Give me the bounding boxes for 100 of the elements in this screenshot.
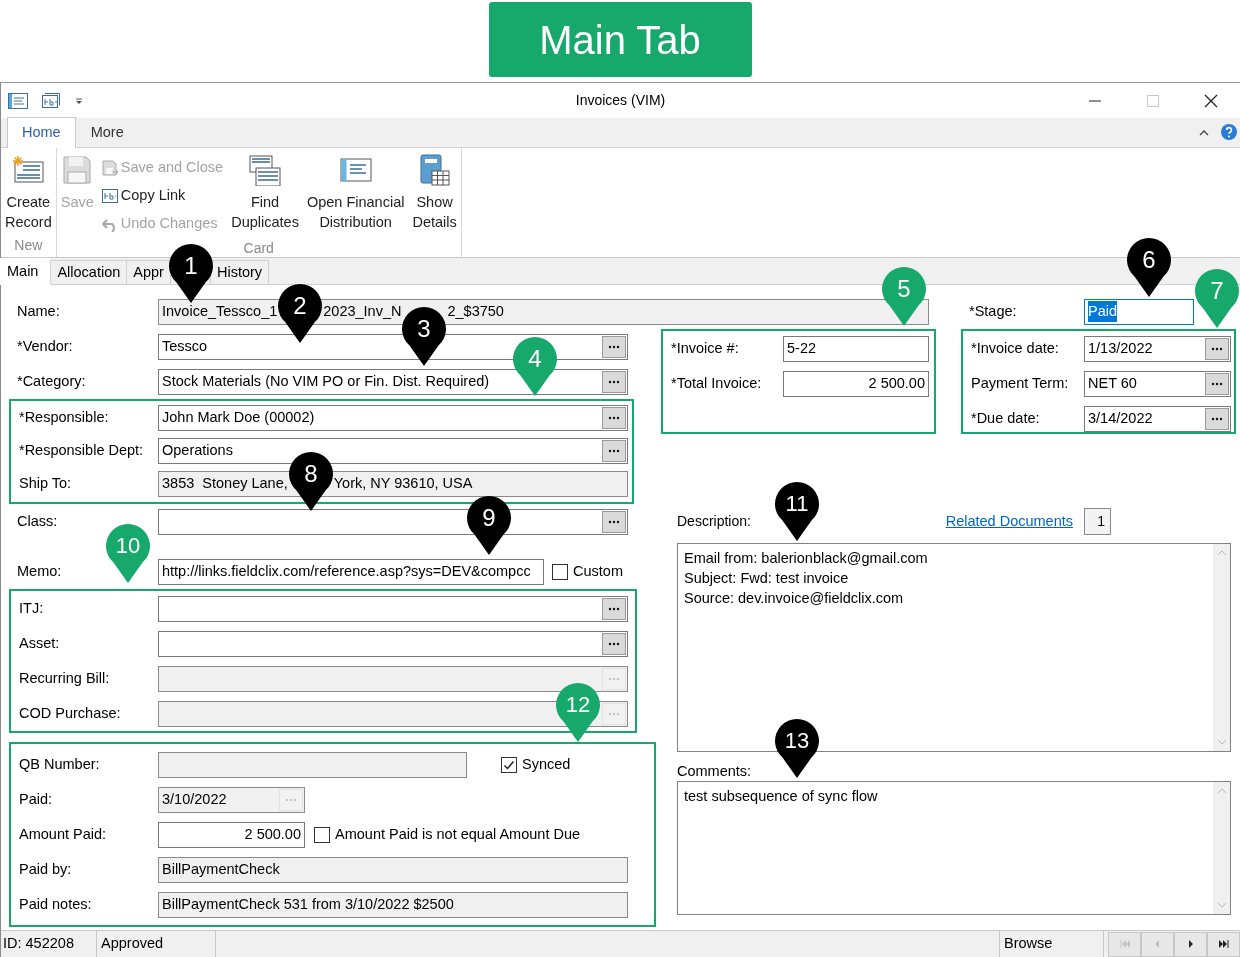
field-label: *Invoice #: <box>670 338 740 358</box>
checkbox[interactable] <box>501 756 517 773</box>
text-field[interactable]: 3/10/2022 <box>158 786 305 813</box>
field-label: ITJ: <box>18 598 45 618</box>
floppy-icon <box>61 154 94 186</box>
more-icon <box>1211 346 1223 351</box>
text-field[interactable]: Operations <box>158 437 628 464</box>
callout-pin: 3 <box>401 305 448 367</box>
text-field[interactable] <box>158 508 628 535</box>
text-field[interactable]: BillPaymentCheck <box>158 856 628 883</box>
form-tab[interactable]: History <box>209 260 270 284</box>
ribbon-button[interactable]: Open Financial Distribution <box>304 148 407 238</box>
ribbon-tab[interactable]: More <box>75 117 139 147</box>
more-icon <box>608 641 620 646</box>
last-icon <box>1217 939 1230 949</box>
field-label: Class: <box>16 511 59 531</box>
lookup-button[interactable] <box>602 335 626 358</box>
group-label: Card <box>242 239 275 258</box>
more-icon <box>1211 416 1223 421</box>
lookup-button[interactable] <box>602 510 626 533</box>
lookup-button[interactable] <box>1205 372 1229 395</box>
help-icon <box>1221 124 1237 140</box>
ribbon-button[interactable]: Create Record <box>3 148 54 235</box>
text-field[interactable]: 2 500.00 <box>783 370 929 397</box>
lookup-button[interactable] <box>602 632 626 655</box>
floppy-icon <box>101 160 118 176</box>
text-field[interactable] <box>158 630 628 657</box>
field-label: QB Number: <box>18 754 101 774</box>
text-field[interactable]: Stock Materials (No VIM PO or Fin. Dist. Required) <box>158 368 628 395</box>
window-title: Invoices (VIM) <box>575 92 666 108</box>
callout-pin: 9 <box>466 494 512 556</box>
more-icon <box>608 448 620 453</box>
book-icon <box>418 154 451 186</box>
group-label: New <box>13 236 44 255</box>
field-label: Name: <box>16 301 61 321</box>
ribbon-button[interactable]: Show Details <box>410 148 459 238</box>
callout-pin: 4 <box>512 335 558 397</box>
comments-field[interactable]: test subsequence of sync flow <box>677 781 1231 915</box>
text-field[interactable]: NET 60 <box>1084 370 1231 397</box>
lookup-button[interactable] <box>602 597 626 620</box>
form-tab[interactable]: Appr <box>126 260 171 284</box>
form-tab[interactable]: Main <box>0 258 52 285</box>
text-field[interactable] <box>158 595 628 622</box>
text-field[interactable] <box>158 665 628 692</box>
callout-pin: 5 <box>881 265 927 327</box>
form-tab[interactable]: Allocation <box>50 260 128 284</box>
callout-pin: 13 <box>774 717 820 779</box>
text-field[interactable]: Paid <box>1084 298 1194 325</box>
more-icon <box>285 797 297 802</box>
field-label: Asset: <box>18 633 61 653</box>
field-label: Memo: <box>16 561 63 581</box>
text-field[interactable]: 2 500.00 <box>158 821 305 848</box>
title-banner: Main Tab <box>488 2 752 77</box>
scrollbar[interactable] <box>1213 782 1230 914</box>
text-box-icon <box>42 92 60 109</box>
record-id: ID: 452208 <box>3 934 74 954</box>
scrollbar[interactable] <box>1213 544 1230 751</box>
field-label: *Stage: <box>968 301 1018 321</box>
scroll-down-icon <box>1216 739 1227 745</box>
more-icon <box>1211 381 1223 386</box>
callout-pin: 11 <box>774 480 820 542</box>
callout-pin: 6 <box>1126 236 1172 298</box>
checkbox[interactable] <box>314 826 330 843</box>
field-label: Comments: <box>677 762 753 781</box>
related-documents-link[interactable]: Related Documents <box>945 510 1073 533</box>
callout-pin: 12 <box>555 681 601 743</box>
field-label: *Due date: <box>970 408 1041 428</box>
text-field[interactable] <box>158 751 467 778</box>
field-label: *Category: <box>16 371 87 391</box>
collapse-icon <box>1199 128 1209 136</box>
dropdown-icon <box>74 95 84 106</box>
callout-pin: 2 <box>277 282 324 344</box>
text-field[interactable]: 1/13/2022 <box>1084 335 1231 362</box>
text-field[interactable]: BillPaymentCheck 531 from 3/10/2022 $2500 <box>158 891 628 918</box>
lookup-button[interactable] <box>602 370 626 393</box>
ribbon-button[interactable]: Copy Link <box>99 182 226 210</box>
lookup-button[interactable] <box>1205 337 1229 360</box>
lookup-button[interactable] <box>602 439 626 462</box>
lookup-button[interactable] <box>602 406 626 429</box>
text-field[interactable]: 5-22 <box>783 335 929 362</box>
status-text: Approved <box>101 934 164 954</box>
undo-icon <box>101 216 118 232</box>
checkbox[interactable] <box>552 563 568 580</box>
callout-pin: 1 <box>167 242 214 304</box>
field-label: *Total Invoice: <box>670 373 763 393</box>
more-icon <box>608 379 620 384</box>
navigation-button[interactable] <box>1207 931 1240 957</box>
text-field[interactable]: John Mark Doe (00002) <box>158 404 628 431</box>
ribbon-button[interactable]: Find Duplicates <box>229 148 301 238</box>
callout-pin: 10 <box>105 522 151 584</box>
form-icon <box>8 92 28 109</box>
ribbon-tab[interactable]: Home <box>7 117 76 148</box>
field-label: *Vendor: <box>16 336 74 356</box>
text-field[interactable]: 3/14/2022 <box>1084 405 1231 432</box>
lookup-button[interactable] <box>1205 407 1229 430</box>
field-label: Amount Paid: <box>18 824 108 844</box>
text-field[interactable]: http://links.fieldclix.com/reference.asp?sys=DEV&compcc <box>158 558 544 585</box>
field-label: Paid notes: <box>18 894 93 914</box>
checkbox-label: Synced <box>522 754 571 774</box>
more-icon <box>608 415 620 420</box>
